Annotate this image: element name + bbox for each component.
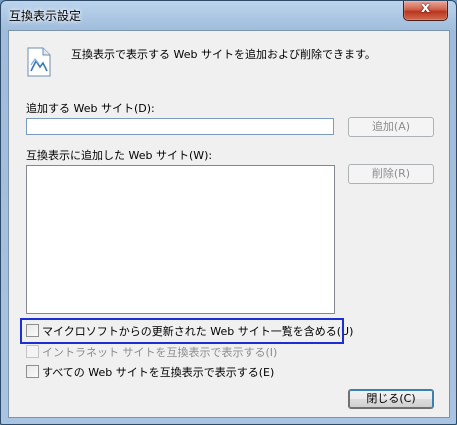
- title-bar[interactable]: 互換表示設定 x: [1, 0, 456, 29]
- dialog-body: 互換表示で表示する Web サイトを追加および削除できます。 追加する Web …: [8, 30, 450, 418]
- dialog-description: 互換表示で表示する Web サイトを追加および削除できます。: [71, 48, 376, 61]
- add-site-label: 追加する Web サイト(D):: [26, 102, 155, 115]
- window-close-button[interactable]: x: [403, 0, 448, 21]
- all-sites-checkbox[interactable]: [26, 365, 39, 378]
- web-page-icon: [27, 47, 51, 77]
- intranet-checkbox: [26, 345, 39, 358]
- close-icon: x: [420, 0, 431, 16]
- all-sites-label[interactable]: すべての Web サイトを互換表示で表示する(E): [42, 364, 274, 380]
- include-ms-list-label[interactable]: マイクロソフトからの更新された Web サイト一覧を含める(U): [42, 323, 353, 339]
- compatibility-view-settings-dialog: 互換表示設定 x 互換表示で表示する Web サイトを追加および削除できます。 …: [0, 0, 457, 425]
- include-ms-list-checkbox[interactable]: [26, 324, 39, 337]
- dialog-title: 互換表示設定: [9, 9, 82, 23]
- close-button[interactable]: 閉じる(C): [348, 389, 434, 409]
- add-site-input[interactable]: [26, 118, 334, 135]
- remove-button[interactable]: 削除(R): [348, 164, 434, 184]
- site-list-label: 互換表示に追加した Web サイト(W):: [26, 149, 213, 162]
- intranet-label: イントラネット サイトを互換表示で表示する(I): [42, 346, 278, 359]
- site-list[interactable]: [26, 165, 335, 314]
- add-button[interactable]: 追加(A): [348, 117, 434, 137]
